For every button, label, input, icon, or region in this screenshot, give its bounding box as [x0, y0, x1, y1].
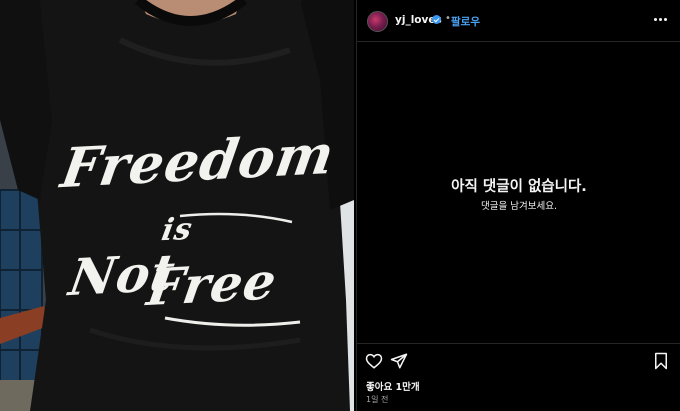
more-options-icon[interactable] [653, 12, 669, 26]
photo-scene [0, 0, 354, 411]
follow-button[interactable]: 팔로우 [451, 14, 480, 29]
tile-wall [0, 189, 43, 391]
avatar[interactable] [367, 11, 388, 32]
post-timestamp: 1일 전 [366, 395, 389, 404]
bookmark-icon[interactable] [653, 352, 669, 370]
heart-icon[interactable] [365, 352, 383, 370]
comments-area: 아직 댓글이 없습니다. 댓글을 남겨보세요. [357, 42, 680, 342]
send-icon[interactable] [390, 352, 408, 370]
likes-count[interactable]: 좋아요 1만개 [366, 379, 420, 393]
no-comments-subtitle: 댓글을 남겨보세요. [481, 201, 557, 212]
shirt-text-free: Free [143, 250, 282, 318]
no-comments-title: 아직 댓글이 없습니다. [451, 179, 587, 195]
post-side-panel: yj_loves • 팔로우 아직 댓글이 없습니다. 댓글을 남겨보세요. 좋… [356, 0, 680, 411]
post-photo[interactable]: Freedom is Not Free [0, 0, 354, 411]
post-actions: 좋아요 1만개 1일 전 [357, 343, 680, 411]
instagram-post-view: Freedom is Not Free yj_loves • 팔로우 아직 댓글… [0, 0, 680, 411]
verified-badge-icon [432, 15, 441, 24]
post-header: yj_loves • 팔로우 [357, 0, 680, 42]
